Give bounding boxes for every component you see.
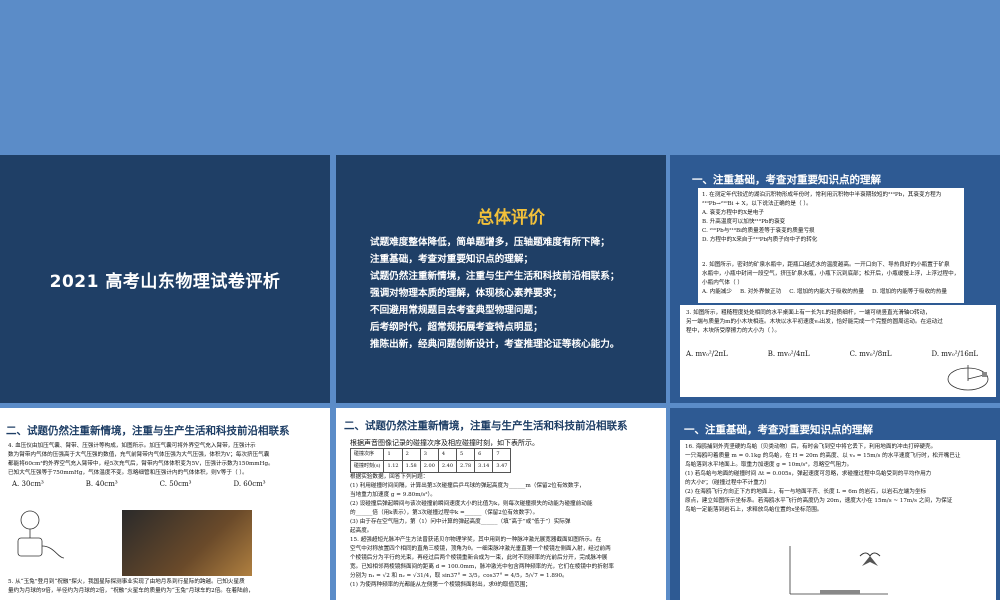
rover-photo xyxy=(122,510,252,576)
slide-basics[interactable]: 一、注重基础，考查对重要知识点的理解 1. 在测定年代较近的湖泊沉积物形成年份时… xyxy=(670,155,1000,403)
question-text: 宽。已知相邻两棱镜斜面间的距离 d = 100.0mm，脉冲激光中包含两种频率的… xyxy=(350,564,614,570)
question-2-card: 2. 如图所示，密封的矿泉水瓶中，距瓶口越近水的温度越高。一开口向下、导热良好的… xyxy=(698,258,964,303)
evaluation-line: 试题难度整体降低，简单题增多，压轴题难度有所下降； xyxy=(370,237,610,248)
question-option: C. 增加的内能大于吸收的热量 xyxy=(789,289,864,295)
evaluation-line: 后考纲时代，超常规拓展考查特点明显； xyxy=(370,322,543,333)
question-text: 16. 海鸥捕到外壳坚硬的鸟蛤（贝类动物）后，有时会飞到空中将它丢下，利用地面的… xyxy=(685,444,937,450)
table-cell: 1.58 xyxy=(401,460,421,473)
question-text: (3) 由于存在空气阻力，第（1）问中计算的弹起高度______（填“高于”或“… xyxy=(350,519,571,525)
question-text: (1) 若鸟蛤与地面的碰撞时间 Δt = 0.005s，弹起速度可忽略，求碰撞过… xyxy=(685,471,932,477)
question-option: A. mv₀²/2πL xyxy=(686,350,728,358)
question-text: 分别为 n₁ = √2 和 n₂ = √31/4，取 sin37° = 3/5，… xyxy=(350,573,568,579)
question-option: B. mv₀²/4πL xyxy=(767,350,810,358)
question-option: B. 对外界做正功 xyxy=(739,289,782,295)
section-title: 一、注重基础，考查对重要知识点的理解 xyxy=(692,174,881,186)
section-title: 二、试题仍然注重新情境，注重与生产生活和科技前沿相联系 xyxy=(6,425,290,437)
question-text: 已知大气压强等于750mmHg，气体温度不变。忽略细管和压强计内的气体体积，则V… xyxy=(8,470,248,476)
question-text: 根据实验数据，回答下列问题： xyxy=(350,474,429,480)
question-text: 鸟蛤一定能落到岩石上，求释放鸟蛤位置的x坐标范围。 xyxy=(685,507,823,513)
question-3-card: 3. 如图所示，粗糙程度处处相同的水平桌面上有一长为L的轻质细杆，一端可绕竖直光… xyxy=(680,305,996,397)
question-option: D. 方程中的X来自于²¹⁰Pb内质子向中子的转化 xyxy=(702,237,818,243)
question-text: 数为臂带内气体的压强高于大气压强的数值，充气前臂带内气体压强为大气压强，体积为V… xyxy=(8,452,270,458)
table-header: 碰撞次序 xyxy=(349,448,385,461)
question-16-card: 16. 海鸥捕到外壳坚硬的鸟蛤（贝类动物）后，有时会飞到空中将它丢下，利用地面的… xyxy=(680,440,996,600)
question-text: 的______倍（用k表示），第3次碰撞过程中k =______（保留2位有效数… xyxy=(350,510,539,516)
question-option: D. 增加的内能等于吸收的热量 xyxy=(871,289,947,295)
table-cell: 碰撞时刻(s) xyxy=(349,460,385,473)
table-cell: 2.00 xyxy=(419,460,439,473)
table-cell: 1.12 xyxy=(383,460,403,473)
slide-title-card[interactable]: 2021 高考山东物理试卷评析 xyxy=(0,155,330,403)
question-text: 3. 如图所示，粗糙程度处处相同的水平桌面上有一长为L的轻质细杆，一端可绕竖直光… xyxy=(686,310,931,316)
question-text: 个棱镜后分为平行的光束，再经过后两个棱镜重新合成为一束，此时不同频率的光前后分开… xyxy=(350,555,608,561)
evaluation-heading: 总体评价 xyxy=(477,208,545,228)
question-option: B. 40cm³ xyxy=(85,480,118,488)
evaluation-line: 试题仍然注重新情境，注重与生产生活和科技前沿相联系； xyxy=(370,271,620,282)
slide-title: 2021 高考山东物理试卷评析 xyxy=(49,271,281,292)
question-text: 起高度。 xyxy=(350,528,373,534)
question-text: 一只海鸥叼着质量 m = 0.1kg 的鸟蛤，在 H = 20m 的高度、以 v… xyxy=(685,453,961,459)
question-13-15-card: 根据声音图像记录的碰撞次序及相应碰撞时刻，如下表所示。 碰撞次序 1 2 3 4… xyxy=(348,436,658,600)
question-option: C. 50cm³ xyxy=(159,480,192,488)
table-cell: 3.47 xyxy=(492,460,512,473)
evaluation-line: 推陈出新，经典问题创新设计，考查推理论证等核心能力。 xyxy=(370,339,620,350)
question-option: A. 衰变方程中的X是电子 xyxy=(702,210,764,216)
evaluation-line: 不回避用常规题目去考查典型物理问题； xyxy=(370,305,543,316)
question-text: 2. 如图所示，密封的矿泉水瓶中，距瓶口越近水的温度越高。一开口向下、导热良好的… xyxy=(702,262,950,268)
question-text: 15. 超强超短光脉冲产生方法曾获诺贝尔物理学奖，其中用到的一种脉冲激光展宽器截… xyxy=(350,537,602,543)
question-text: 鸟蛤落到水平地面上。取重力加速度 g = 10m/s²，忽略空气阻力。 xyxy=(685,462,853,468)
question-option: A. 30cm³ xyxy=(12,480,44,488)
question-text: 空气中对称放置四个相同的直角三棱镜，顶角为θ。一细束脉冲激光垂直第一个棱镜左侧面… xyxy=(350,546,611,552)
question-option: D. mv₀²/16πL xyxy=(931,350,979,358)
table-caption: 根据声音图像记录的碰撞次序及相应碰撞时刻，如下表所示。 xyxy=(350,439,539,447)
table-header: 3 xyxy=(419,448,439,461)
question-text: 原点，建立如图所示坐标系。若海鸥水平飞行的高度仍为 20m，速度大小在 15m/… xyxy=(685,498,953,504)
question-text: (2) 设碰撞后弹起瞬间与该次碰撞前瞬间速度大小的比值为k，则每次碰撞损失的动能… xyxy=(350,501,593,507)
slide-new-context-1[interactable]: 二、试题仍然注重新情境，注重与生产生活和科技前沿相联系 4. 血压仪由加压气囊、… xyxy=(0,408,330,600)
question-text: 当地重力加速度 g = 9.80m/s²）。 xyxy=(350,492,436,498)
question-option: C. ²¹⁰Pb与²¹⁰Bi的质量差等于衰变的质量亏损 xyxy=(702,228,815,234)
question-text: 程中，木块所受摩擦力的大小为（ ）。 xyxy=(686,328,781,334)
question-text: 水瓶中，小瓶中封闭一段空气，挤压矿泉水瓶，小瓶下沉到底部；松开后，小瓶缓慢上浮，… xyxy=(702,271,960,277)
question-text: (1) 为使两种频率的光都能从左侧第一个棱镜斜面射出，求θ的取值范围； xyxy=(350,582,531,588)
table-header: 5 xyxy=(456,448,476,461)
question-text: 5. 从“玉兔”登月到“祝融”探火，我国星际探测事业实现了由地月系到行星际的跨越… xyxy=(8,579,245,585)
blood-pressure-meter-diagram-icon xyxy=(17,510,65,559)
question-option: B. 升高温度可以加快²¹⁰Pb的衰变 xyxy=(702,219,786,225)
section-title: 二、试题仍然注重新情境，注重与生产生活和科技前沿相联系 xyxy=(344,420,628,432)
section-title: 一、注重基础，考查对重要知识点的理解 xyxy=(684,424,873,436)
question-text: (1) 利用碰撞时间间隔，计算出第3次碰撞后乒乓球的弹起高度为______m（保… xyxy=(350,483,585,489)
table-cell: 3.14 xyxy=(474,460,494,473)
slide-basics-2[interactable]: 一、注重基础，考查对重要知识点的理解 16. 海鸥捕到外壳坚硬的鸟蛤（贝类动物）… xyxy=(670,408,1000,600)
question-text: ²¹⁰Pb→²¹⁰Bi + X，以下说法正确的是（ ）。 xyxy=(702,201,812,207)
seagull-coordinate-diagram-icon xyxy=(789,546,888,595)
question-text: 另一端与质量为m的小木块相连。木块以水平初速度v₀出发，恰好能完成一个完整的圆周… xyxy=(686,319,943,325)
question-text: 都能将60cm³的外界空气充入臂带中，经5次充气后，臂带内气体体积变为5V，压强… xyxy=(8,461,274,467)
turntable-diagram-icon xyxy=(947,365,989,391)
question-text: (2) 在海鸥飞行方向正下方的地面上，有一与地面平齐、长度 L = 6m 的岩石… xyxy=(685,489,927,495)
evaluation-line: 强调对物理本质的理解，体现核心素养要求； xyxy=(370,288,562,299)
slide-overall-evaluation[interactable]: 总体评价 试题难度整体降低，简单题增多，压轴题难度有所下降； 注重基础，考查对重… xyxy=(336,155,666,403)
table-header: 1 xyxy=(383,448,403,461)
table-header: 2 xyxy=(401,448,421,461)
question-4-5-card: 4. 血压仪由加压气囊、臂带、压强计等构成，如图所示。加压气囊可将外界空气充入臂… xyxy=(6,440,324,600)
question-option: D. 60cm³ xyxy=(233,480,266,488)
evaluation-line: 注重基础，考查对重要知识点的理解； xyxy=(370,254,534,265)
question-text: 4. 血压仪由加压气囊、臂带、压强计等构成，如图所示。加压气囊可将外界空气充入臂… xyxy=(8,443,256,449)
collision-table: 碰撞次序 1 2 3 4 5 6 7 碰撞时刻(s) 1.12 1.58 2.0… xyxy=(349,448,512,473)
question-text: 小瓶内气体（ ） xyxy=(702,280,743,286)
question-text: 的大小F；（碰撞过程中不计重力） xyxy=(685,480,770,486)
table-cell: 2.78 xyxy=(456,460,476,473)
question-text: 1. 在测定年代较近的湖泊沉积物形成年份时，常利用沉积物中半衰期较短的²¹⁰Pb… xyxy=(702,192,942,198)
question-option: C. mv₀²/8πL xyxy=(849,350,892,358)
table-cell: 2.40 xyxy=(437,460,458,473)
slide-new-context-2[interactable]: 二、试题仍然注重新情境，注重与生产生活和科技前沿相联系 根据声音图像记录的碰撞次… xyxy=(336,408,666,600)
table-header: 7 xyxy=(492,448,512,461)
table-header: 4 xyxy=(437,448,458,461)
question-1-card: 1. 在测定年代较近的湖泊沉积物形成年份时，常利用沉积物中半衰期较短的²¹⁰Pb… xyxy=(698,188,964,258)
table-header: 6 xyxy=(474,448,494,461)
question-option: A. 内能减少 xyxy=(702,289,732,295)
question-text: 量约为月球的9倍，半径约为月球的2倍，“祝融”火星车的质量约为“玉兔”月球车的2… xyxy=(8,588,254,594)
